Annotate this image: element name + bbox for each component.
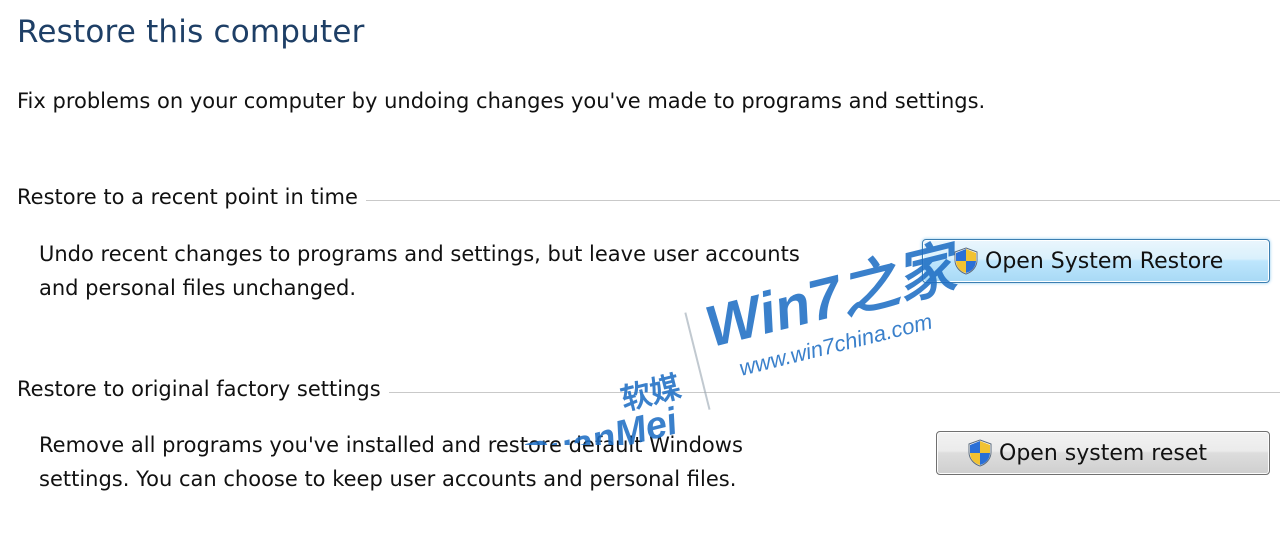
section-divider (365, 199, 1280, 201)
open-system-restore-label: Open System Restore (985, 248, 1224, 274)
section-header-factory-settings: Restore to original factory settings (17, 377, 1280, 401)
page-title: Restore this computer (17, 14, 365, 50)
section-description-recent-point-line-2: and personal files unchanged. (39, 276, 357, 300)
section-description-factory-line-1: Remove all programs you've installed and… (39, 433, 743, 457)
section-title-factory-settings: Restore to original factory settings (17, 377, 381, 401)
uac-shield-icon (954, 247, 978, 275)
page-intro: Fix problems on your computer by undoing… (17, 89, 986, 113)
open-system-restore-button[interactable]: Open System Restore (922, 239, 1270, 283)
section-description-factory-line-2: settings. You can choose to keep user ac… (39, 467, 737, 491)
section-header-recent-point: Restore to a recent point in time (17, 185, 1280, 209)
open-system-reset-label: Open system reset (999, 440, 1208, 466)
section-description-recent-point-line-1: Undo recent changes to programs and sett… (39, 242, 800, 266)
uac-shield-icon (968, 439, 992, 467)
section-title-recent-point: Restore to a recent point in time (17, 185, 358, 209)
watermark-url-text: www.win7china.com (736, 309, 934, 381)
section-divider (388, 391, 1280, 393)
open-system-reset-button[interactable]: Open system reset (936, 431, 1270, 475)
